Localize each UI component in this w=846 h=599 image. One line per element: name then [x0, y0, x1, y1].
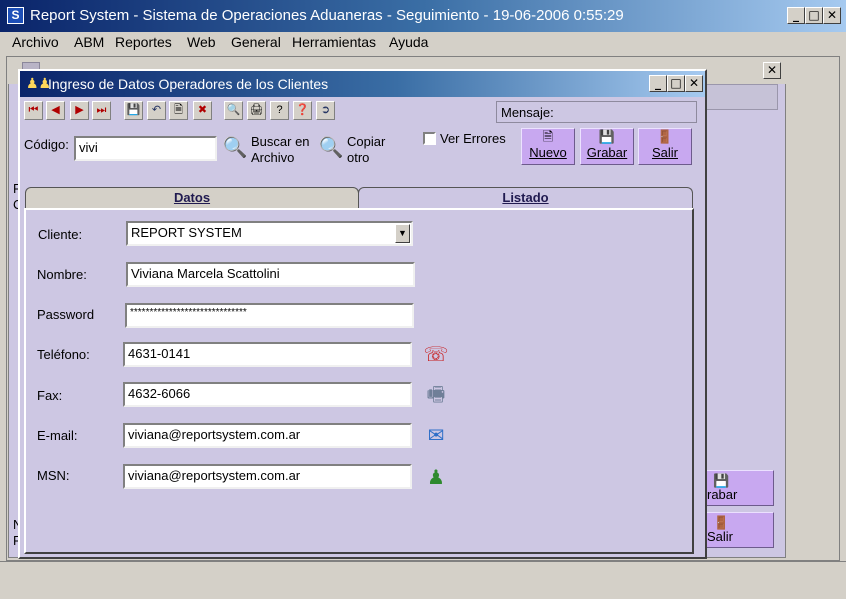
ver-errores-label[interactable]: Ver Errores	[440, 131, 506, 146]
nombre-input[interactable]: Viviana Marcela Scattolini	[126, 262, 415, 287]
msn-input[interactable]: viviana@reportsystem.com.ar	[123, 464, 412, 489]
last-record-icon[interactable]: ⏭	[92, 101, 111, 120]
fax-input[interactable]: 4632-6066	[123, 382, 412, 407]
salir-button[interactable]: 🚪 Salir	[638, 128, 692, 165]
fax-icon: 🖷	[426, 384, 446, 406]
email-icon: ✉	[427, 425, 445, 447]
exit-icon[interactable]: ➲	[316, 101, 335, 120]
background-grabar-button[interactable]: 💾 rabar	[706, 470, 774, 506]
dialog-close-button[interactable]: ✕	[685, 75, 703, 92]
background-close-button[interactable]: ✕	[763, 62, 781, 79]
binoculars-icon[interactable]: 🔍	[316, 136, 346, 160]
cliente-select[interactable]: REPORT SYSTEM ▼	[126, 221, 413, 246]
prev-record-icon[interactable]: ◀	[46, 101, 65, 120]
datos-panel	[24, 208, 694, 554]
save-icon[interactable]: 💾	[124, 101, 143, 120]
minimize-button[interactable]: _	[787, 7, 805, 24]
cliente-select-value: REPORT SYSTEM	[131, 225, 242, 240]
tab-listado[interactable]: Listado	[358, 187, 693, 209]
dialog-maximize-button[interactable]: □	[667, 75, 685, 92]
nuevo-button[interactable]: 🗎 Nuevo	[521, 128, 575, 165]
delete-icon[interactable]: ✖	[193, 101, 212, 120]
telefono-label: Teléfono:	[37, 347, 90, 362]
phone-icon: ☏	[423, 344, 449, 366]
nombre-label: Nombre:	[37, 267, 87, 282]
msn-label: MSN:	[37, 468, 70, 483]
grabar-button[interactable]: 💾 Grabar	[580, 128, 634, 165]
menu-general[interactable]: General	[231, 34, 281, 50]
telefono-input[interactable]: 4631-0141	[123, 342, 412, 367]
whats-this-icon[interactable]: ❓	[293, 101, 312, 120]
fax-label: Fax:	[37, 388, 63, 403]
menu-abm[interactable]: ABM	[74, 34, 104, 50]
print-icon[interactable]: 🖨	[247, 101, 266, 120]
main-titlebar: S Report System - Sistema de Operaciones…	[0, 0, 846, 32]
codigo-input[interactable]: vivi	[74, 136, 217, 161]
binoculars-icon[interactable]: 🔍	[224, 101, 243, 120]
new-document-icon: 🗎	[542, 129, 554, 144]
message-label: Mensaje:	[501, 105, 554, 120]
dialog-title: Ingreso de Datos Operadores de los Clien…	[48, 76, 329, 92]
maximize-button[interactable]: □	[805, 7, 823, 24]
dialog-minimize-button[interactable]: _	[649, 75, 667, 92]
chevron-down-icon[interactable]: ▼	[395, 224, 410, 243]
background-salir-button[interactable]: 🚪 Salir	[706, 512, 774, 548]
save-icon: 💾	[598, 129, 616, 144]
cliente-label: Cliente:	[38, 227, 83, 242]
copiar-label[interactable]: otro	[347, 150, 369, 165]
email-input[interactable]: viviana@reportsystem.com.ar	[123, 423, 412, 448]
exit-icon: 🚪	[656, 129, 674, 144]
undo-icon[interactable]: ↶	[147, 101, 166, 120]
close-button[interactable]: ✕	[823, 7, 841, 24]
app-title: Report System - Sistema de Operaciones A…	[30, 7, 624, 24]
new-document-icon[interactable]: 🗎	[169, 101, 188, 120]
menu-ayuda[interactable]: Ayuda	[389, 34, 428, 50]
app-icon: S	[7, 7, 24, 24]
password-label: Password	[37, 307, 95, 322]
message-box: Mensaje:	[496, 101, 697, 123]
email-label: E-mail:	[37, 428, 78, 443]
menu-web[interactable]: Web	[187, 34, 216, 50]
menu-reportes[interactable]: Reportes	[115, 34, 172, 50]
ver-errores-checkbox[interactable]	[423, 132, 436, 145]
background-header-band	[706, 84, 778, 110]
help-icon[interactable]: ?	[270, 101, 289, 120]
copiar-label[interactable]: Copiar	[347, 134, 385, 149]
buscar-label[interactable]: Buscar en	[251, 134, 310, 149]
status-bar	[0, 561, 846, 599]
menu-archivo[interactable]: Archivo	[12, 34, 59, 50]
dialog-titlebar: ♟♟ Ingreso de Datos Operadores de los Cl…	[20, 71, 705, 97]
next-record-icon[interactable]: ▶	[70, 101, 89, 120]
first-record-icon[interactable]: ⏮	[24, 101, 43, 120]
codigo-label: Código:	[24, 137, 69, 152]
msn-icon: ♟	[427, 467, 445, 489]
binoculars-icon[interactable]: 🔍	[220, 136, 250, 160]
buscar-label[interactable]: Archivo	[251, 150, 294, 165]
menu-herramientas[interactable]: Herramientas	[292, 34, 376, 50]
tab-datos[interactable]: Datos	[25, 187, 359, 209]
menu-bar: Archivo ABM Reportes Web General Herrami…	[0, 32, 846, 52]
password-input[interactable]: ******************************	[125, 303, 414, 328]
